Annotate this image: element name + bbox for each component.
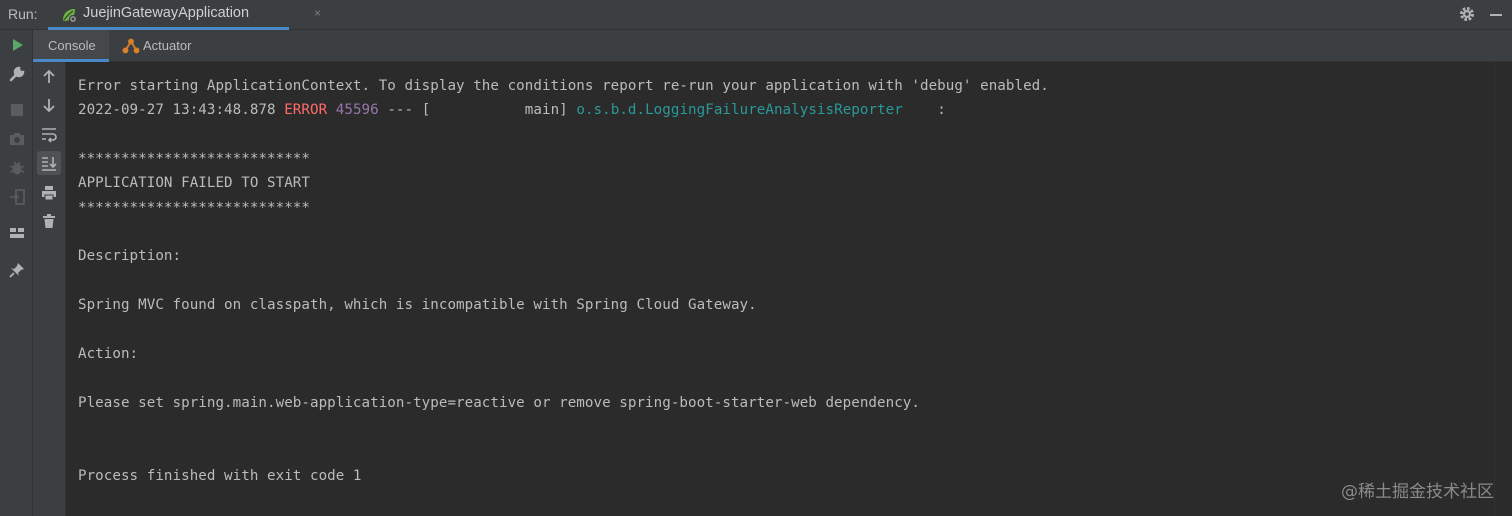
exit-icon[interactable] <box>7 187 27 207</box>
log-separator: --- [ <box>387 102 431 118</box>
spring-boot-icon <box>60 6 78 24</box>
camera-icon[interactable] <box>7 129 27 149</box>
close-tab-icon[interactable]: × <box>314 6 321 20</box>
arrow-up-icon[interactable] <box>39 67 59 87</box>
run-config-tab-label: JuejinGatewayApplication <box>83 5 250 21</box>
layout-icon[interactable] <box>7 223 27 243</box>
console-line: *************************** <box>78 200 310 216</box>
console-line: APPLICATION FAILED TO START <box>78 175 310 191</box>
log-pid: 45596 <box>335 102 379 118</box>
bug-icon[interactable] <box>7 158 27 178</box>
log-line: 2022-09-27 13:43:48.878 ERROR 45596 --- … <box>78 102 946 118</box>
run-config-tab[interactable]: JuejinGatewayApplication × <box>48 0 321 30</box>
console-line: Action: <box>78 346 139 362</box>
console-line: Error starting ApplicationContext. To di… <box>78 78 1049 94</box>
run-subtabs: Console Actuator <box>33 30 1512 62</box>
tab-actuator-label: Actuator <box>143 38 192 53</box>
console-line: Process finished with exit code 1 <box>78 468 362 484</box>
arrow-down-icon[interactable] <box>39 95 59 115</box>
log-timestamp: 2022-09-27 13:43:48.878 <box>78 102 276 118</box>
pin-icon[interactable] <box>7 260 27 280</box>
scroll-to-end-icon[interactable] <box>37 151 61 175</box>
vertical-scrollbar[interactable] <box>1494 62 1512 516</box>
play-icon[interactable] <box>7 35 27 55</box>
log-level: ERROR <box>284 102 328 118</box>
console-line: Spring MVC found on classpath, which is … <box>78 297 757 313</box>
run-toolwindow-header: Run: JuejinGatewayApplication × <box>0 0 1512 30</box>
console-output[interactable]: Error starting ApplicationContext. To di… <box>66 62 1494 516</box>
actuator-icon <box>121 36 140 54</box>
tab-console[interactable]: Console <box>33 30 109 62</box>
console-line: Description: <box>78 248 182 264</box>
trash-icon[interactable] <box>39 211 59 231</box>
console-actions-toolbar <box>33 62 66 516</box>
log-logger: o.s.b.d.LoggingFailureAnalysisReporter <box>576 102 903 118</box>
run-toolbar <box>0 30 33 516</box>
wrench-icon[interactable] <box>7 64 27 84</box>
soft-wrap-icon[interactable] <box>39 124 59 144</box>
watermark: @稀土掘金技术社区 <box>1341 482 1494 502</box>
console-line: Please set spring.main.web-application-t… <box>78 395 920 411</box>
tab-actuator[interactable]: Actuator <box>109 30 199 62</box>
print-icon[interactable] <box>39 183 59 203</box>
run-label: Run: <box>8 6 38 22</box>
stop-icon[interactable] <box>7 100 27 120</box>
gear-icon[interactable] <box>1458 5 1476 23</box>
log-thread: main] <box>430 102 568 118</box>
console-line: *************************** <box>78 151 310 167</box>
log-colon: : <box>937 102 946 118</box>
tab-console-label: Console <box>48 38 96 53</box>
minimize-icon[interactable] <box>1490 14 1502 16</box>
